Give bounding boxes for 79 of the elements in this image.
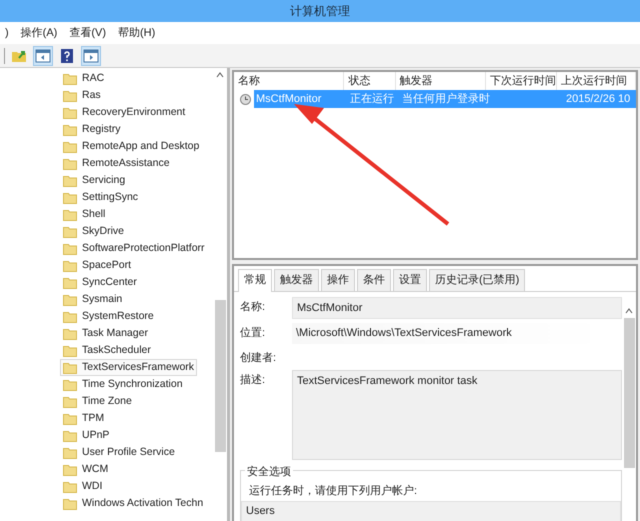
text-field[interactable]: TextServicesFramework monitor task	[292, 370, 622, 460]
folder-icon	[63, 344, 77, 356]
field-label: 位置:	[240, 326, 266, 341]
tree-item[interactable]: Shell	[60, 206, 108, 223]
tree-item[interactable]: TPM	[60, 410, 108, 427]
tree-item[interactable]: Windows Activation Techn	[60, 495, 206, 512]
tree-item[interactable]: RemoteApp and Desktop	[60, 138, 202, 155]
folder-icon	[63, 446, 77, 458]
folder-icon	[63, 158, 77, 170]
table-cell-text: 当任何用户登录时	[402, 92, 490, 107]
tree-item[interactable]: Sysmain	[60, 291, 126, 308]
menu-item[interactable]: 查看(V)	[63, 24, 112, 42]
tree-item[interactable]: Time Zone	[60, 393, 135, 410]
tab[interactable]: 历史记录(已禁用)	[429, 269, 526, 290]
folder-icon	[63, 328, 77, 340]
menu-item[interactable]: )	[0, 24, 15, 42]
table-cell-text: 正在运行	[350, 92, 394, 107]
folder-icon	[63, 430, 77, 442]
tree-item[interactable]: SkyDrive	[60, 223, 128, 240]
tab[interactable]: 常规	[238, 269, 272, 292]
panel-icon[interactable]	[33, 46, 53, 66]
tab[interactable]: 条件	[357, 269, 391, 290]
prompt-text: 运行任务时，请使用下列用户帐户:	[249, 484, 418, 498]
table-cell-text: 2015/2/26 10	[566, 92, 630, 107]
folder-icon	[63, 276, 77, 288]
tree-item[interactable]: SystemRestore	[60, 308, 157, 325]
tab[interactable]: 设置	[393, 269, 427, 290]
text-field[interactable]: MsCtfMonitor	[292, 296, 622, 319]
tab[interactable]: 操作	[321, 269, 355, 290]
folder-icon	[63, 378, 77, 390]
folder-icon	[63, 498, 77, 510]
folder-icon	[63, 174, 77, 186]
window-title: 计算机管理	[290, 3, 350, 20]
tree-item[interactable]: RAC	[60, 70, 108, 87]
group-title: 安全选项	[245, 466, 293, 478]
menu-item[interactable]: 帮助(H)	[112, 24, 162, 42]
tree-item[interactable]: UPnP	[60, 427, 112, 444]
field-label: 描述:	[240, 373, 266, 388]
field-label: 名称:	[240, 300, 266, 314]
folder-icon	[63, 106, 77, 118]
tree-item[interactable]: TaskScheduler	[60, 342, 154, 359]
folder-icon	[63, 294, 77, 306]
tree-item[interactable]: Time Synchronization	[60, 376, 186, 393]
folder-icon	[63, 310, 77, 322]
clock-icon	[240, 94, 251, 104]
tree-item[interactable]: SettingSync	[60, 189, 142, 206]
field-label: 创建者:	[240, 350, 278, 366]
tree-item[interactable]: User Profile Service	[60, 444, 178, 461]
tree-item[interactable]: Servicing	[60, 172, 128, 189]
panel-icon[interactable]	[81, 46, 101, 66]
folder-icon	[63, 260, 77, 272]
tree-item[interactable]: RecoveryEnvironment	[60, 104, 188, 121]
tree-item[interactable]: Task Manager	[60, 325, 151, 342]
tree-item[interactable]: Ras	[60, 87, 104, 104]
folder-icon	[63, 140, 77, 152]
tree-item[interactable]: WDI	[60, 478, 106, 495]
tree-item[interactable]: TextServicesFramework	[60, 359, 198, 376]
folder-icon	[63, 226, 77, 238]
folder-icon	[63, 90, 77, 102]
folder-icon	[63, 124, 77, 136]
account-field[interactable]: Users	[241, 501, 621, 521]
folder-icon	[63, 396, 77, 408]
tree-item[interactable]: SoftwareProtectionPlatforr	[60, 240, 208, 257]
folder-icon	[63, 72, 77, 84]
tree-item[interactable]: RemoteAssistance	[60, 155, 173, 172]
tree-item[interactable]: SpacePort	[60, 257, 134, 274]
folder-icon	[63, 208, 77, 220]
folder-icon	[63, 464, 77, 476]
tree-item[interactable]: Registry	[60, 121, 124, 138]
tab[interactable]: 触发器	[274, 269, 319, 290]
folder-icon	[63, 192, 77, 204]
folder-icon	[63, 242, 77, 254]
folder-icon	[63, 480, 77, 492]
task-name: MsCtfMonitor	[256, 92, 322, 107]
folder-icon	[63, 362, 77, 374]
tree-item[interactable]: WCM	[60, 461, 112, 478]
folder-icon	[63, 412, 77, 424]
tree-item[interactable]: SyncCenter	[60, 274, 140, 291]
menu-item[interactable]: 操作(A)	[14, 24, 64, 42]
